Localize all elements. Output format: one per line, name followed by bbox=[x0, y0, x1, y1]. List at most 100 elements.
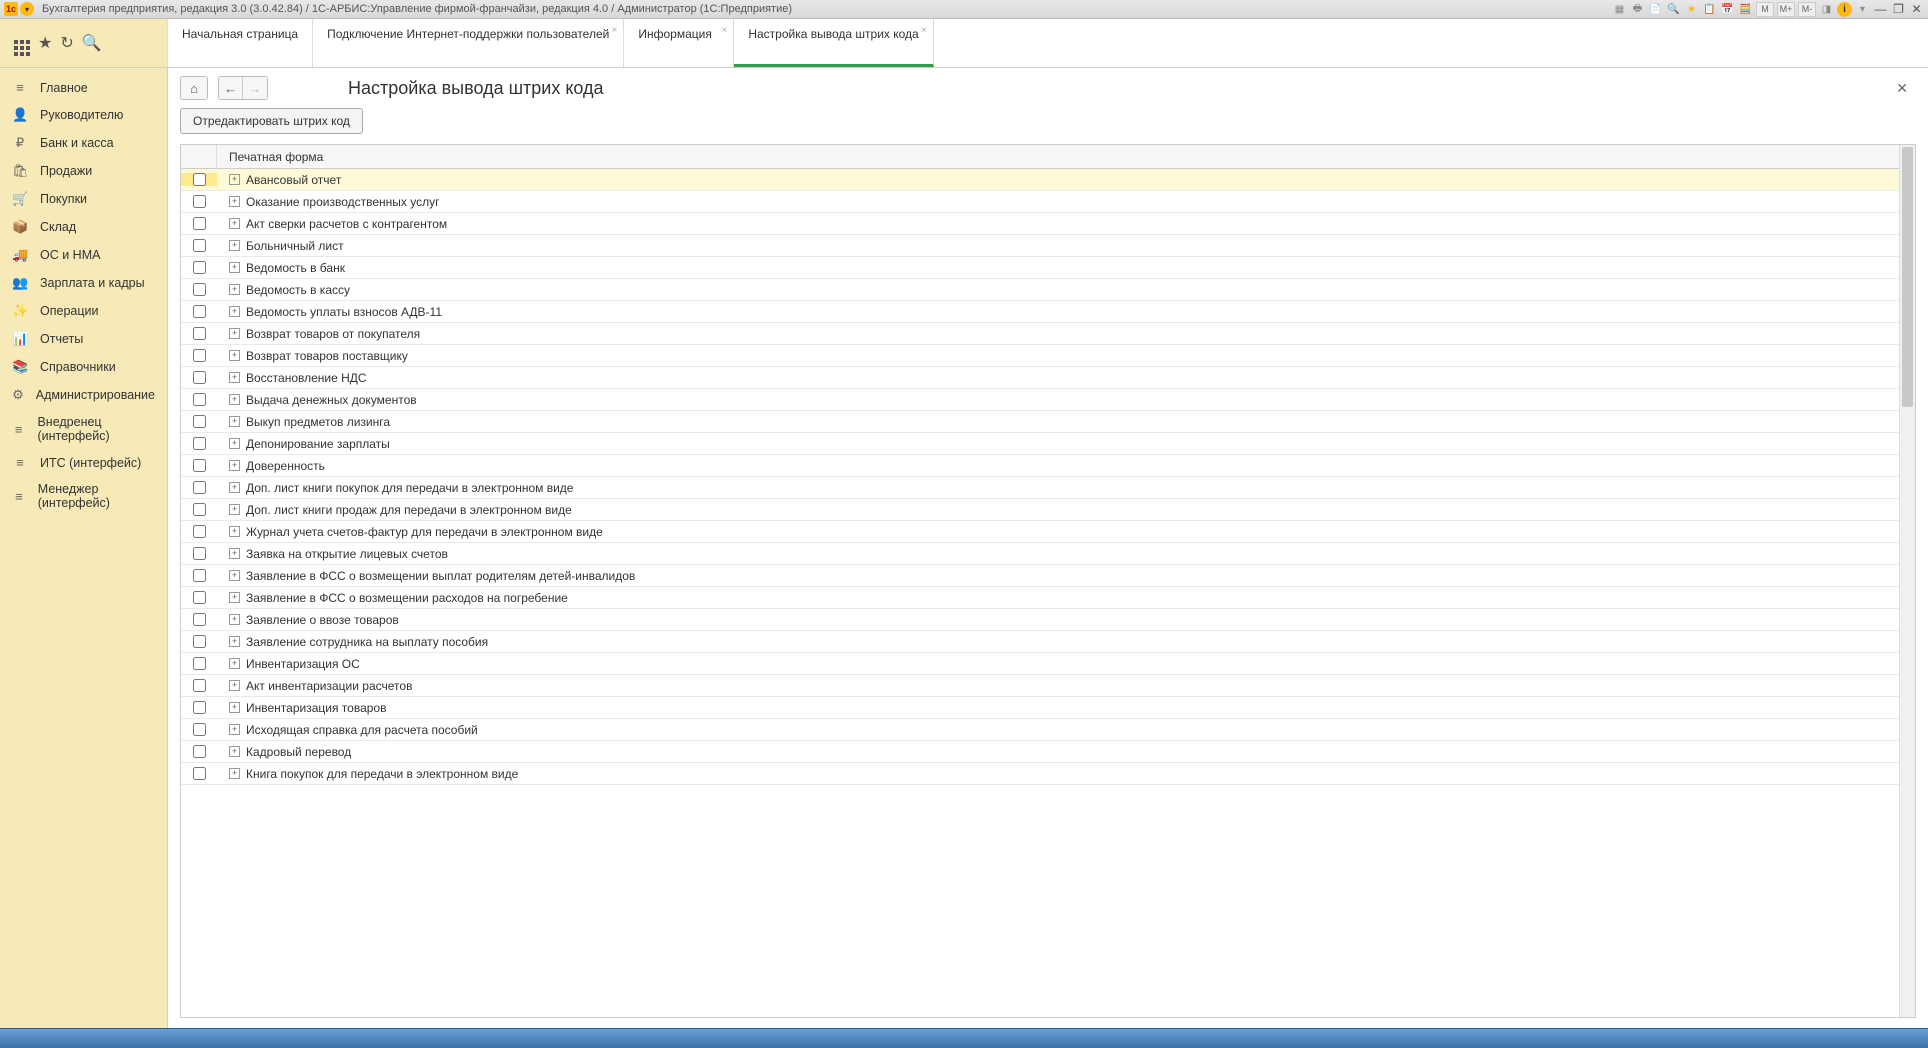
expand-icon[interactable]: + bbox=[229, 394, 240, 405]
table-row[interactable]: +Ведомость уплаты взносов АДВ-11 bbox=[181, 301, 1899, 323]
table-row[interactable]: +Выкуп предметов лизинга bbox=[181, 411, 1899, 433]
row-checkbox[interactable] bbox=[193, 547, 206, 560]
row-checkbox[interactable] bbox=[193, 481, 206, 494]
row-checkbox[interactable] bbox=[193, 217, 206, 230]
tb-icon-3[interactable]: 📄 bbox=[1648, 2, 1663, 17]
row-checkbox[interactable] bbox=[193, 173, 206, 186]
edit-barcode-button[interactable]: Отредактировать штрих код bbox=[180, 108, 363, 134]
row-checkbox[interactable] bbox=[193, 305, 206, 318]
table-row[interactable]: +Заявка на открытие лицевых счетов bbox=[181, 543, 1899, 565]
sidebar-item-12[interactable]: ≡Внедренец (интерфейс) bbox=[0, 409, 167, 449]
table-row[interactable]: +Акт инвентаризации расчетов bbox=[181, 675, 1899, 697]
table-row[interactable]: +Книга покупок для передачи в электронно… bbox=[181, 763, 1899, 785]
table-row[interactable]: +Доверенность bbox=[181, 455, 1899, 477]
expand-icon[interactable]: + bbox=[229, 240, 240, 251]
info-icon[interactable]: i bbox=[1837, 2, 1852, 17]
search-icon[interactable]: 🔍 bbox=[82, 33, 102, 53]
expand-icon[interactable]: + bbox=[229, 350, 240, 361]
sidebar-item-7[interactable]: 👥Зарплата и кадры bbox=[0, 269, 167, 297]
apps-grid-icon[interactable] bbox=[14, 31, 30, 56]
row-checkbox[interactable] bbox=[193, 613, 206, 626]
tab-0[interactable]: Начальная страница bbox=[168, 19, 313, 67]
row-checkbox[interactable] bbox=[193, 261, 206, 274]
row-checkbox[interactable] bbox=[193, 723, 206, 736]
sidebar-item-9[interactable]: 📊Отчеты bbox=[0, 325, 167, 353]
expand-icon[interactable]: + bbox=[229, 658, 240, 669]
tab-3[interactable]: Настройка вывода штрих кода× bbox=[734, 19, 933, 67]
expand-icon[interactable]: + bbox=[229, 746, 240, 757]
expand-icon[interactable]: + bbox=[229, 768, 240, 779]
expand-icon[interactable]: + bbox=[229, 460, 240, 471]
table-row[interactable]: +Авансовый отчет bbox=[181, 169, 1899, 191]
table-row[interactable]: +Депонирование зарплаты bbox=[181, 433, 1899, 455]
tb-icon-2[interactable]: 🖶 bbox=[1630, 2, 1645, 17]
calc-icon[interactable]: 🧮 bbox=[1738, 2, 1753, 17]
sidebar-item-11[interactable]: ⚙Администрирование bbox=[0, 381, 167, 409]
sidebar-item-2[interactable]: ₽Банк и касса bbox=[0, 129, 167, 157]
star-icon[interactable]: ★ bbox=[38, 33, 52, 53]
maximize-icon[interactable]: ❐ bbox=[1891, 2, 1906, 17]
close-window-icon[interactable]: ✕ bbox=[1909, 2, 1924, 17]
table-row[interactable]: +Заявление в ФСС о возмещении расходов н… bbox=[181, 587, 1899, 609]
expand-icon[interactable]: + bbox=[229, 592, 240, 603]
expand-icon[interactable]: + bbox=[229, 438, 240, 449]
row-checkbox[interactable] bbox=[193, 745, 206, 758]
tb-icon-copy[interactable]: 📋 bbox=[1702, 2, 1717, 17]
table-row[interactable]: +Возврат товаров поставщику bbox=[181, 345, 1899, 367]
expand-icon[interactable]: + bbox=[229, 526, 240, 537]
table-row[interactable]: +Восстановление НДС bbox=[181, 367, 1899, 389]
table-row[interactable]: +Акт сверки расчетов с контрагентом bbox=[181, 213, 1899, 235]
expand-icon[interactable]: + bbox=[229, 262, 240, 273]
expand-icon[interactable]: + bbox=[229, 702, 240, 713]
expand-icon[interactable]: + bbox=[229, 306, 240, 317]
tb-icon-4[interactable]: 🔍 bbox=[1666, 2, 1681, 17]
row-checkbox[interactable] bbox=[193, 679, 206, 692]
expand-icon[interactable]: + bbox=[229, 416, 240, 427]
os-taskbar[interactable] bbox=[0, 1028, 1928, 1048]
table-row[interactable]: +Оказание производственных услуг bbox=[181, 191, 1899, 213]
info-dropdown-icon[interactable]: ▾ bbox=[1855, 2, 1870, 17]
row-checkbox[interactable] bbox=[193, 635, 206, 648]
row-checkbox[interactable] bbox=[193, 591, 206, 604]
expand-icon[interactable]: + bbox=[229, 482, 240, 493]
sidebar-item-10[interactable]: 📚Справочники bbox=[0, 353, 167, 381]
table-row[interactable]: +Ведомость в кассу bbox=[181, 279, 1899, 301]
table-row[interactable]: +Больничный лист bbox=[181, 235, 1899, 257]
tb-icon-1[interactable]: ▦ bbox=[1612, 2, 1627, 17]
vertical-scrollbar[interactable] bbox=[1899, 145, 1915, 1017]
expand-icon[interactable]: + bbox=[229, 504, 240, 515]
tab-close-icon[interactable]: × bbox=[722, 25, 728, 36]
table-row[interactable]: +Выдача денежных документов bbox=[181, 389, 1899, 411]
expand-icon[interactable]: + bbox=[229, 284, 240, 295]
panel-icon[interactable]: ◨ bbox=[1819, 2, 1834, 17]
row-checkbox[interactable] bbox=[193, 437, 206, 450]
row-checkbox[interactable] bbox=[193, 393, 206, 406]
table-row[interactable]: +Заявление в ФСС о возмещении выплат род… bbox=[181, 565, 1899, 587]
expand-icon[interactable]: + bbox=[229, 174, 240, 185]
table-row[interactable]: +Заявление о ввозе товаров bbox=[181, 609, 1899, 631]
row-checkbox[interactable] bbox=[193, 657, 206, 670]
tab-2[interactable]: Информация× bbox=[624, 19, 734, 67]
row-checkbox[interactable] bbox=[193, 459, 206, 472]
expand-icon[interactable]: + bbox=[229, 372, 240, 383]
row-checkbox[interactable] bbox=[193, 569, 206, 582]
history-icon[interactable]: ↻ bbox=[60, 33, 73, 53]
sidebar-item-13[interactable]: ≡ИТС (интерфейс) bbox=[0, 449, 167, 476]
table-row[interactable]: +Исходящая справка для расчета пособий bbox=[181, 719, 1899, 741]
table-row[interactable]: +Доп. лист книги покупок для передачи в … bbox=[181, 477, 1899, 499]
expand-icon[interactable]: + bbox=[229, 218, 240, 229]
row-checkbox[interactable] bbox=[193, 503, 206, 516]
table-row[interactable]: +Ведомость в банк bbox=[181, 257, 1899, 279]
tab-close-icon[interactable]: × bbox=[612, 25, 618, 36]
row-checkbox[interactable] bbox=[193, 701, 206, 714]
scroll-thumb[interactable] bbox=[1902, 147, 1913, 407]
expand-icon[interactable]: + bbox=[229, 196, 240, 207]
row-checkbox[interactable] bbox=[193, 525, 206, 538]
row-checkbox[interactable] bbox=[193, 195, 206, 208]
row-checkbox[interactable] bbox=[193, 327, 206, 340]
expand-icon[interactable]: + bbox=[229, 570, 240, 581]
home-button[interactable]: ⌂ bbox=[180, 76, 208, 100]
forward-button[interactable]: → bbox=[243, 77, 267, 99]
expand-icon[interactable]: + bbox=[229, 680, 240, 691]
row-checkbox[interactable] bbox=[193, 415, 206, 428]
